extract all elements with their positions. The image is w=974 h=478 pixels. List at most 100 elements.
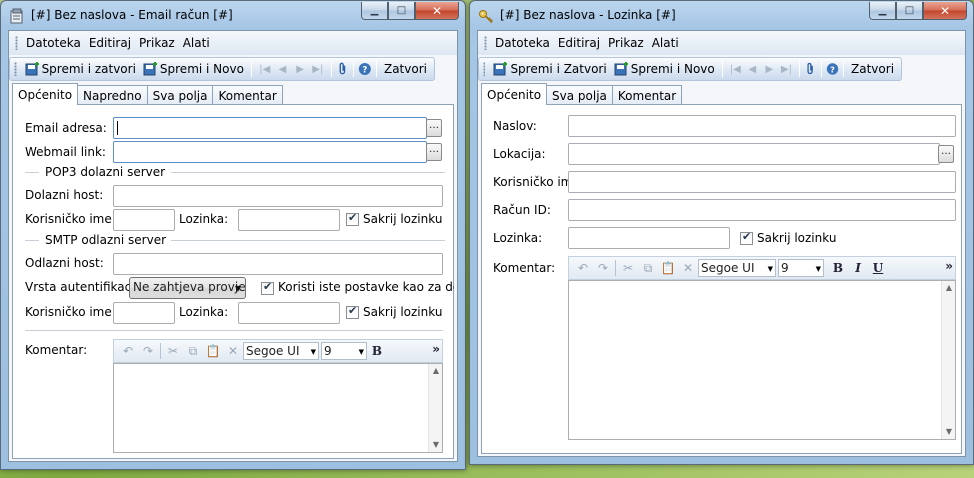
attachment-icon[interactable] [804, 61, 817, 77]
title-input[interactable] [568, 115, 956, 137]
hide-password-label[interactable]: Sakrij lozinku [757, 231, 836, 245]
copy-icon[interactable]: ⧉ [638, 259, 658, 277]
tab-komentar[interactable]: Komentar [611, 85, 683, 105]
email-window-titlebar[interactable]: [#] Bez naslova - Email račun [#] ▁ □ ✕ [1, 1, 465, 29]
bold-icon[interactable]: B [828, 259, 848, 277]
scroll-up-icon[interactable]: ▲ [942, 281, 956, 295]
auth-type-select[interactable]: Ne zahtjeva provjeru ▼ [129, 277, 246, 299]
scroll-down-icon[interactable]: ▼ [429, 438, 443, 452]
close-window-button[interactable]: ✕ [415, 2, 459, 20]
location-browse-button[interactable]: … [938, 145, 954, 163]
underline-icon[interactable]: U [868, 259, 888, 277]
menu-editiraj[interactable]: Editiraj [554, 36, 604, 50]
password-window-titlebar[interactable]: [#] Bez naslova - Lozinka [#] ▁ □ ✕ [470, 1, 973, 29]
tab-sva-polja[interactable]: Sva polja [146, 85, 214, 105]
tab-opcenito[interactable]: Općenito [12, 83, 79, 105]
close-button[interactable]: Zatvori [848, 62, 897, 76]
next-record-icon[interactable]: ▶ [293, 61, 307, 77]
same-settings-label[interactable]: Koristi iste postavke kao za dolazni ser… [278, 280, 454, 294]
save-new-button[interactable]: Spremi i Novo [139, 61, 247, 77]
previous-record-icon[interactable]: ◀ [746, 61, 759, 77]
close-window-button[interactable]: ✕ [923, 2, 967, 20]
minimize-button[interactable]: ▁ [869, 2, 896, 20]
previous-record-icon[interactable]: ◀ [276, 61, 290, 77]
outgoing-host-input[interactable] [113, 253, 443, 275]
hide-password-checkbox[interactable] [740, 230, 753, 245]
font-size-select[interactable]: 9 ▼ [321, 342, 367, 360]
menubar-grip[interactable] [484, 36, 487, 50]
smtp-hide-password-checkbox[interactable] [346, 304, 359, 319]
minimize-button[interactable]: ▁ [361, 2, 388, 20]
webmail-browse-button[interactable]: … [426, 143, 442, 161]
tab-sva-polja[interactable]: Sva polja [546, 85, 613, 105]
email-browse-button[interactable]: … [426, 119, 442, 137]
next-record-icon[interactable]: ▶ [763, 61, 776, 77]
menu-prikaz[interactable]: Prikaz [604, 36, 648, 50]
toolbar-grip[interactable] [483, 62, 486, 76]
first-record-icon[interactable]: |◀ [729, 61, 742, 77]
save-new-button[interactable]: Spremi i Novo [610, 61, 718, 77]
comment-editor[interactable]: ▲ ▼ [113, 363, 443, 453]
bold-icon[interactable]: B [367, 342, 387, 360]
pop3-username-input[interactable] [113, 209, 175, 231]
maximize-button[interactable]: □ [896, 2, 923, 20]
username-input[interactable] [568, 171, 956, 193]
last-record-icon[interactable]: ▶| [311, 61, 325, 77]
menu-datoteka[interactable]: Datoteka [22, 36, 85, 50]
tab-napredno[interactable]: Napredno [77, 85, 148, 105]
attachment-icon[interactable] [336, 61, 350, 77]
comment-scrollbar[interactable]: ▲ ▼ [941, 281, 955, 439]
location-input[interactable] [568, 143, 940, 165]
tab-komentar[interactable]: Komentar [212, 85, 283, 105]
password-input[interactable] [568, 227, 730, 249]
maximize-button[interactable]: □ [388, 2, 415, 20]
clear-format-icon[interactable]: ✕ [223, 342, 243, 360]
paste-icon[interactable]: 📋 [203, 342, 223, 360]
pop3-hide-password-label[interactable]: Sakrij lozinku [363, 212, 442, 226]
redo-icon[interactable]: ↷ [593, 259, 613, 277]
account-id-input[interactable] [568, 199, 956, 221]
toolbar-overflow-icon[interactable]: » [432, 342, 440, 356]
clear-format-icon[interactable]: ✕ [678, 259, 698, 277]
scroll-down-icon[interactable]: ▼ [942, 425, 956, 439]
help-icon[interactable]: ? [826, 61, 839, 77]
pop3-hide-password-checkbox[interactable] [346, 211, 359, 226]
cut-icon[interactable]: ✂ [163, 342, 183, 360]
pop3-password-input[interactable] [238, 209, 340, 231]
menu-alati[interactable]: Alati [648, 36, 683, 50]
smtp-hide-password-label[interactable]: Sakrij lozinku [363, 305, 442, 319]
copy-icon[interactable]: ⧉ [183, 342, 203, 360]
comment-editor[interactable]: ▲ ▼ [568, 280, 956, 440]
smtp-username-input[interactable] [113, 302, 175, 324]
undo-icon[interactable]: ↶ [118, 342, 138, 360]
font-size-select[interactable]: 9 ▼ [778, 259, 824, 277]
menu-alati[interactable]: Alati [179, 36, 214, 50]
toolbar-grip[interactable] [14, 62, 17, 76]
same-settings-checkbox[interactable] [261, 280, 274, 295]
email-input[interactable] [113, 117, 427, 139]
font-family-select[interactable]: Segoe UI ▼ [243, 342, 319, 360]
tab-opcenito[interactable]: Općenito [481, 83, 548, 105]
cut-icon[interactable]: ✂ [618, 259, 638, 277]
menu-datoteka[interactable]: Datoteka [491, 36, 554, 50]
font-family-select[interactable]: Segoe UI ▼ [698, 259, 776, 277]
save-close-button[interactable]: Spremi i Zatvori [489, 61, 609, 77]
webmail-input[interactable] [113, 141, 427, 163]
close-button[interactable]: Zatvori [381, 62, 430, 76]
menubar-grip[interactable] [15, 36, 18, 50]
menu-editiraj[interactable]: Editiraj [85, 36, 135, 50]
toolbar-overflow-icon[interactable]: » [945, 259, 953, 273]
smtp-password-input[interactable] [238, 302, 340, 324]
save-close-button[interactable]: Spremi i zatvori [21, 61, 139, 77]
help-icon[interactable]: ? [358, 61, 372, 77]
comment-scrollbar[interactable]: ▲ ▼ [428, 364, 442, 452]
paste-icon[interactable]: 📋 [658, 259, 678, 277]
undo-icon[interactable]: ↶ [573, 259, 593, 277]
menu-prikaz[interactable]: Prikaz [135, 36, 179, 50]
first-record-icon[interactable]: |◀ [258, 61, 272, 77]
scroll-up-icon[interactable]: ▲ [429, 364, 443, 378]
last-record-icon[interactable]: ▶| [780, 61, 793, 77]
incoming-host-input[interactable] [113, 185, 443, 207]
redo-icon[interactable]: ↷ [138, 342, 158, 360]
italic-icon[interactable]: I [848, 259, 868, 277]
